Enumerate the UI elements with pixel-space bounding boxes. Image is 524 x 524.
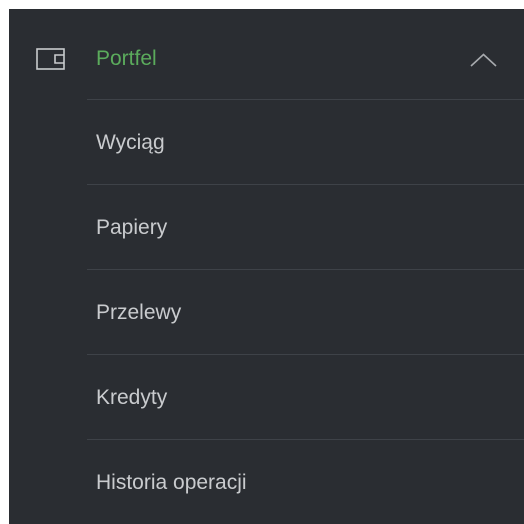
menu-item-przelewy[interactable]: Przelewy: [87, 269, 524, 354]
menu-item-historia-operacji[interactable]: Historia operacji: [87, 439, 524, 524]
chevron-up-icon[interactable]: [470, 53, 497, 67]
menu-panel: Portfel Wyciąg Papiery Przelewy Kredyty …: [9, 9, 524, 524]
menu-item-label: Historia operacji: [96, 471, 247, 494]
menu-item-label: Wyciąg: [96, 131, 165, 154]
menu-item-kredyty[interactable]: Kredyty: [87, 354, 524, 439]
portfel-label: Portfel: [96, 47, 157, 70]
menu-item-label: Przelewy: [96, 301, 182, 324]
menu-item-papiery[interactable]: Papiery: [87, 184, 524, 269]
wallet-icon: [36, 48, 65, 70]
menu-item-wyciag[interactable]: Wyciąg: [87, 99, 524, 184]
portfel-section-header[interactable]: Portfel: [9, 9, 524, 99]
menu-item-label: Papiery: [96, 216, 168, 239]
menu-item-label: Kredyty: [96, 386, 168, 409]
